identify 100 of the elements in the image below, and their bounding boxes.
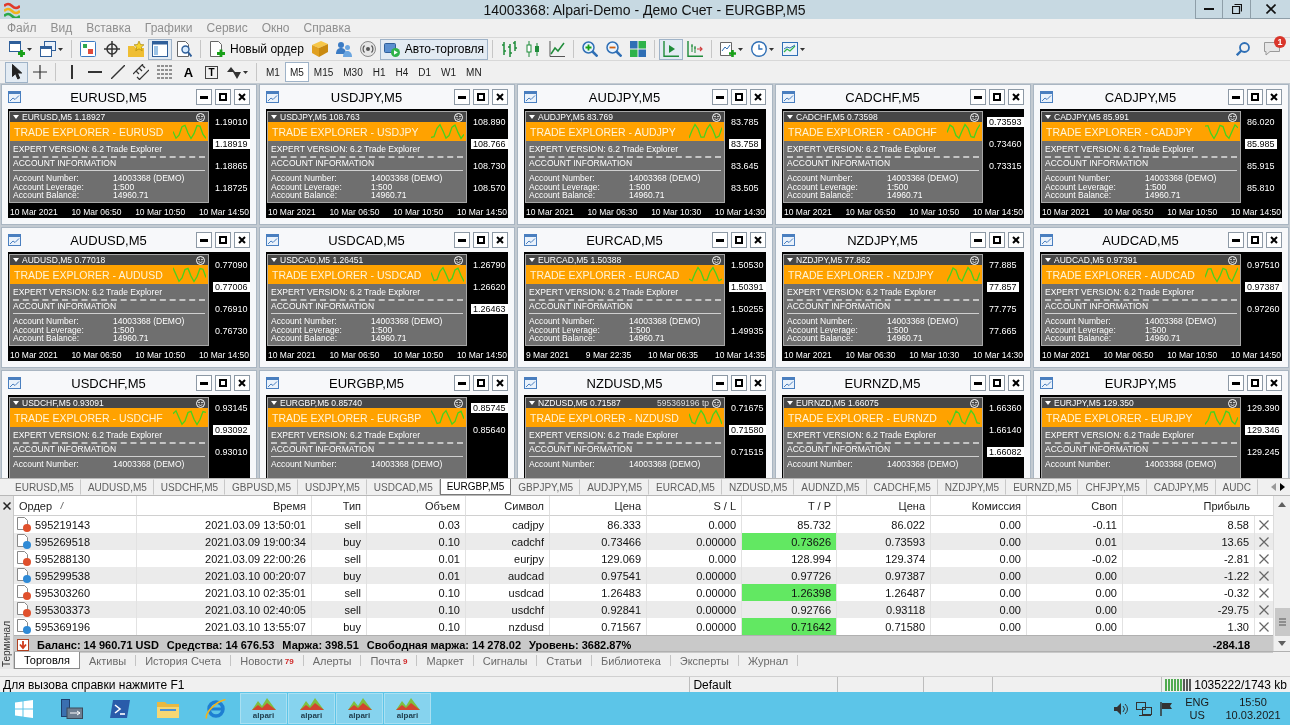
period-button[interactable]: MN — [461, 62, 487, 82]
minimize-button[interactable] — [970, 89, 986, 105]
maximize-button[interactable] — [989, 89, 1005, 105]
close-button[interactable] — [750, 89, 766, 105]
server-icon[interactable] — [61, 698, 83, 719]
maximize-button[interactable] — [215, 232, 231, 248]
flag-icon[interactable] — [1160, 701, 1173, 716]
maximize-button[interactable] — [731, 89, 747, 105]
column-header[interactable]: Цена — [837, 496, 931, 516]
period-button[interactable]: W1 — [436, 62, 462, 82]
panel-tab[interactable]: Почта 9 — [361, 655, 418, 666]
panel-tab[interactable]: Активы — [79, 655, 137, 666]
panel-tab[interactable]: Сигналы — [473, 655, 538, 666]
minimize-button[interactable] — [196, 232, 212, 248]
period-button[interactable]: M30 — [338, 62, 368, 82]
period-button[interactable]: M15 — [308, 62, 339, 82]
minimize-button[interactable] — [1228, 232, 1244, 248]
panel-tab[interactable]: Эксперты — [670, 655, 740, 666]
maximize-button[interactable] — [731, 375, 747, 391]
close-button[interactable] — [1266, 89, 1282, 105]
speaker-icon[interactable] — [1114, 701, 1129, 716]
period-button[interactable]: H4 — [390, 62, 414, 82]
close-button[interactable] — [750, 232, 766, 248]
maximize-button[interactable] — [473, 375, 489, 391]
panel-tab[interactable]: Маркет — [417, 655, 474, 666]
maximize-button[interactable] — [1247, 89, 1263, 105]
minimize-button[interactable] — [1228, 375, 1244, 391]
auto-trading-button[interactable]: Авто-торговля — [379, 38, 489, 60]
close-button[interactable] — [492, 89, 508, 105]
minimize-button[interactable] — [454, 375, 470, 391]
language-indicator[interactable]: ENG US — [1180, 694, 1214, 723]
minimize-button[interactable] — [454, 232, 470, 248]
maximize-button[interactable] — [989, 375, 1005, 391]
minimize-button[interactable] — [1195, 0, 1222, 19]
period-button[interactable]: M1 — [261, 62, 285, 82]
vertical-scrollbar[interactable] — [1273, 496, 1290, 651]
close-button[interactable] — [492, 232, 508, 248]
minimize-button[interactable] — [196, 89, 212, 105]
close-button[interactable] — [1266, 232, 1282, 248]
panel-tab[interactable]: Статьи — [537, 655, 592, 666]
toolbar-button[interactable] — [148, 38, 172, 60]
minimize-button[interactable] — [970, 232, 986, 248]
maximize-button[interactable] — [215, 89, 231, 105]
column-header[interactable]: Тип — [312, 496, 367, 516]
panel-tab[interactable]: История Счета — [136, 655, 232, 666]
close-icon[interactable] — [1259, 587, 1269, 598]
close-button[interactable] — [1266, 375, 1282, 391]
start-icon[interactable] — [15, 699, 33, 718]
column-header[interactable]: Время — [137, 496, 312, 516]
close-button[interactable] — [234, 89, 250, 105]
minimize-button[interactable] — [1228, 89, 1244, 105]
panel-tab[interactable]: Новости 79 — [231, 655, 304, 666]
maximize-button[interactable] — [1247, 375, 1263, 391]
new-order-button[interactable]: Новый ордер — [205, 38, 308, 60]
column-header[interactable]: Своп — [1027, 496, 1123, 516]
search-icon[interactable] — [1236, 42, 1250, 56]
taskbar-app-button[interactable]: alpari — [240, 693, 287, 724]
panel-tab[interactable]: Алерты — [303, 655, 362, 666]
close-icon[interactable] — [2, 502, 11, 510]
minimize-button[interactable] — [712, 375, 728, 391]
close-button[interactable] — [1008, 89, 1024, 105]
close-button[interactable] — [1008, 375, 1024, 391]
column-header[interactable]: S / L — [647, 496, 742, 516]
column-header[interactable]: Символ — [466, 496, 550, 516]
maximize-button[interactable] — [1247, 232, 1263, 248]
column-header[interactable]: Объем — [367, 496, 466, 516]
maximize-button[interactable] — [989, 232, 1005, 248]
minimize-button[interactable] — [712, 89, 728, 105]
panel-tab[interactable]: Библиотека — [591, 655, 671, 666]
close-button[interactable] — [1250, 0, 1290, 19]
maximize-button[interactable] — [731, 232, 747, 248]
maximize-button[interactable] — [215, 375, 231, 391]
period-button[interactable]: D1 — [413, 62, 437, 82]
tool-button[interactable]: A — [177, 61, 200, 83]
scroll-up-icon[interactable] — [1278, 502, 1286, 507]
taskbar-app-button[interactable]: alpari — [336, 693, 383, 724]
maximize-button[interactable] — [473, 89, 489, 105]
maximize-button[interactable] — [473, 232, 489, 248]
close-button[interactable] — [234, 232, 250, 248]
close-icon[interactable] — [1259, 553, 1269, 564]
prompt-icon[interactable] — [110, 699, 130, 718]
column-header[interactable]: Цена — [550, 496, 647, 516]
minimize-button[interactable] — [196, 375, 212, 391]
panel-tab[interactable]: Торговля — [14, 652, 80, 669]
scroll-down-icon[interactable] — [1278, 641, 1286, 646]
column-header[interactable]: T / P — [742, 496, 837, 516]
tool-button[interactable] — [5, 61, 28, 83]
taskbar-app-button[interactable]: alpari — [288, 693, 335, 724]
tool-button[interactable]: T — [200, 61, 223, 83]
taskbar-app-button[interactable]: alpari — [384, 693, 431, 724]
period-button[interactable]: M5 — [284, 62, 309, 82]
down-arrow-icon[interactable] — [17, 638, 29, 651]
close-button[interactable] — [750, 375, 766, 391]
chart-tab[interactable]: EURGBP,M5 — [439, 479, 512, 495]
close-icon[interactable] — [1259, 621, 1269, 632]
network-icon[interactable] — [1136, 701, 1153, 716]
minimize-button[interactable] — [970, 375, 986, 391]
restore-button[interactable] — [1222, 0, 1250, 19]
column-header[interactable]: Комиссия — [931, 496, 1027, 516]
close-button[interactable] — [234, 375, 250, 391]
